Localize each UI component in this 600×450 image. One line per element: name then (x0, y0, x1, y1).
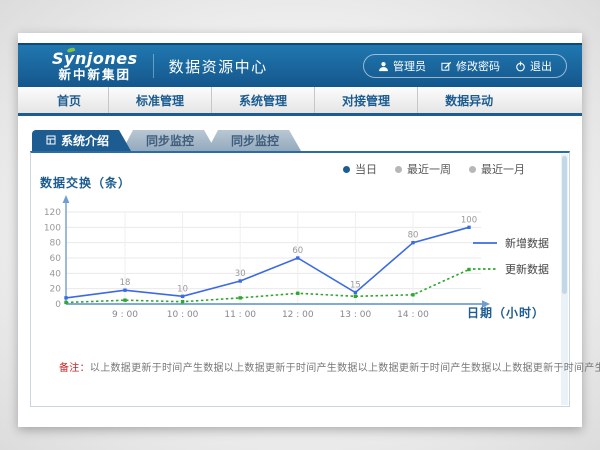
svg-text:20: 20 (50, 285, 62, 295)
chart-area: 0 20 40 60 80 100 120 9 : 00 10 : 00 11 : 00 12 : … (36, 189, 501, 343)
svg-text:13 : 00: 13 : 00 (340, 310, 372, 320)
footnote: 备注：以上数据更新于时间产生数据以上数据更新于时间产生数据以上数据更新于时间产生… (59, 359, 600, 374)
svg-text:9 : 00: 9 : 00 (112, 310, 138, 320)
radio-dot-icon (395, 166, 402, 173)
user-menu: 管理员 修改密码 退出 (363, 54, 567, 78)
footnote-prefix: 备注： (59, 363, 90, 374)
brand-logo: Synjones 新中新集团 (52, 51, 138, 81)
user-menu-item-2[interactable]: 退出 (515, 58, 552, 74)
svg-text:14 : 00: 14 : 00 (397, 310, 429, 320)
legend-line-icon (472, 238, 498, 248)
filter-option-2[interactable]: 最近一月 (469, 161, 525, 177)
app-header: Synjones 新中新集团 数据资源中心 管理员 修改密码 退出 (18, 43, 582, 87)
svg-text:80: 80 (408, 231, 419, 241)
legend-line-icon (472, 264, 498, 274)
tab-0[interactable]: 系统介绍 (32, 130, 131, 151)
svg-text:11 : 00: 11 : 00 (224, 310, 256, 320)
user-icon (378, 61, 389, 72)
user-menu-label: 退出 (530, 58, 552, 74)
footnote-text: 以上数据更新于时间产生数据以上数据更新于时间产生数据以上数据更新于时间产生数据以… (90, 363, 600, 374)
nav-item-4[interactable]: 数据异动 (417, 87, 520, 113)
svg-text:12 : 00: 12 : 00 (282, 310, 314, 320)
edit-icon (441, 61, 452, 72)
svg-text:40: 40 (50, 269, 62, 279)
tab-label: 系统介绍 (61, 132, 109, 149)
user-menu-label: 管理员 (393, 58, 426, 74)
svg-text:60: 60 (50, 254, 62, 264)
user-menu-item-0[interactable]: 管理员 (378, 58, 426, 74)
radio-dot-icon (469, 166, 476, 173)
svg-text:120: 120 (44, 208, 61, 218)
legend-item-1[interactable]: 更新数据 (472, 261, 549, 277)
legend-item-0[interactable]: 新增数据 (472, 235, 549, 251)
chart-panel: 当日最近一周最近一月 数据交换（条） 0204060801001209 : 00… (30, 151, 570, 407)
filter-option-0[interactable]: 当日 (343, 161, 377, 177)
doc-icon (46, 134, 56, 148)
tab-label: 同步监控 (146, 132, 194, 149)
svg-text:100: 100 (461, 215, 477, 225)
legend-label: 更新数据 (505, 261, 549, 277)
svg-text:100: 100 (44, 223, 61, 233)
time-filter-group: 当日 最近一周 最近一月 (343, 161, 525, 177)
nav-item-0[interactable]: 首页 (30, 87, 108, 113)
power-icon (515, 61, 526, 72)
x-axis-title: 日期（小时） (467, 304, 545, 321)
tab-label: 同步监控 (231, 132, 279, 149)
filter-option-1[interactable]: 最近一周 (395, 161, 451, 177)
svg-text:10 : 00: 10 : 00 (167, 310, 199, 320)
main-nav: 首页标准管理系统管理对接管理数据异动 (18, 87, 582, 116)
svg-text:60: 60 (292, 246, 303, 256)
nav-item-2[interactable]: 系统管理 (211, 87, 314, 113)
content-area: 系统介绍同步监控同步监控 当日最近一周最近一月 数据交换（条） 02040608… (18, 116, 582, 407)
legend-label: 新增数据 (505, 235, 549, 251)
svg-text:80: 80 (50, 239, 62, 249)
line-chart: 0 20 40 60 80 100 120 9 : 00 10 : 00 11 : 00 12 : … (36, 189, 501, 339)
nav-item-1[interactable]: 标准管理 (108, 87, 211, 113)
svg-text:18: 18 (120, 278, 131, 288)
radio-dot-icon (343, 166, 350, 173)
svg-text:10: 10 (177, 284, 188, 294)
filter-label: 最近一月 (481, 161, 525, 177)
tab-bar: 系统介绍 同步监控 同步监控 (32, 130, 570, 151)
svg-text:30: 30 (235, 269, 246, 279)
user-menu-item-1[interactable]: 修改密码 (441, 58, 500, 74)
scrollbar-thumb[interactable] (562, 156, 567, 294)
tab-1[interactable]: 同步监控 (122, 130, 216, 151)
page-title: 数据资源中心 (169, 56, 268, 77)
chart-legend: 新增数据更新数据 (472, 235, 549, 277)
filter-label: 最近一周 (407, 161, 451, 177)
nav-item-3[interactable]: 对接管理 (314, 87, 417, 113)
header-divider (153, 54, 154, 78)
tab-2[interactable]: 同步监控 (207, 130, 301, 151)
filter-label: 当日 (355, 161, 377, 177)
svg-text:0: 0 (55, 300, 61, 310)
user-menu-label: 修改密码 (456, 58, 500, 74)
app-window: Synjones 新中新集团 数据资源中心 管理员修改密码退出 首页标准管理系统… (18, 33, 582, 427)
logo-subtext: 新中新集团 (52, 68, 138, 81)
svg-text:15: 15 (350, 281, 361, 291)
logo-text: Synjones (52, 51, 138, 68)
